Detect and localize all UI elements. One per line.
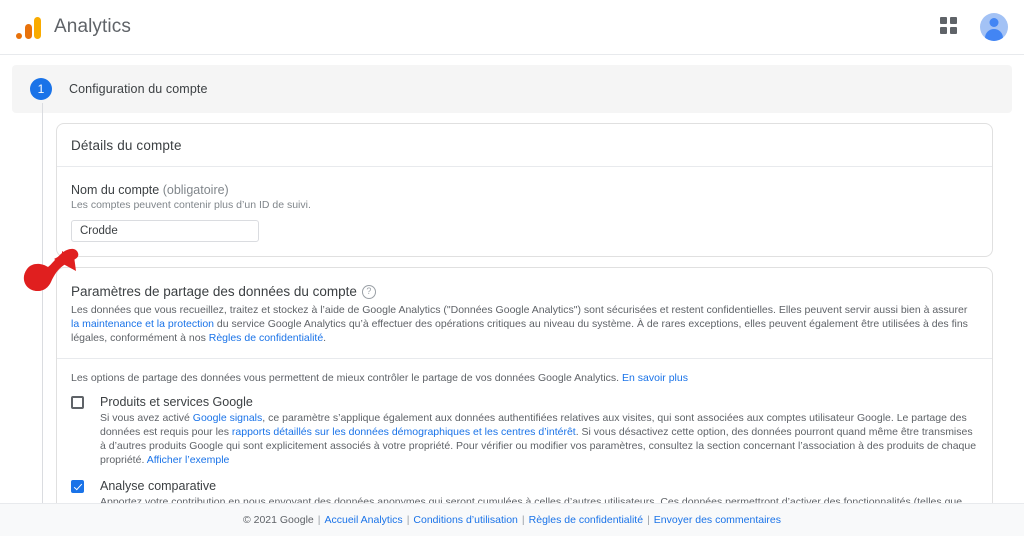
data-sharing-title: Paramètres de partage des données du com… xyxy=(71,284,978,299)
checkbox-analyse-comparative[interactable] xyxy=(71,480,84,493)
google-analytics-logo xyxy=(16,15,42,39)
footer-copyright: © 2021 Google xyxy=(242,514,314,526)
option-body: Analyse comparative Apportez votre contr… xyxy=(100,479,978,504)
apps-grid-icon[interactable] xyxy=(940,17,960,37)
data-sharing-card: Paramètres de partage des données du com… xyxy=(56,267,993,504)
account-name-hint: Les comptes peuvent contenir plus d’un I… xyxy=(71,199,311,211)
app-page: Analytics 1 Configuration du compte Déta… xyxy=(0,0,1024,536)
avatar[interactable] xyxy=(980,13,1008,41)
data-sharing-body: Paramètres de partage des données du com… xyxy=(57,268,992,504)
help-circle-icon[interactable]: ? xyxy=(361,284,376,299)
cards-container: Détails du compte Nom du compte (obligat… xyxy=(56,123,993,504)
top-app-bar: Analytics xyxy=(0,0,1024,55)
footer-link-conditions-utilisation[interactable]: Conditions d’utilisation xyxy=(413,514,517,526)
account-name-label: Nom du compte (obligatoire) xyxy=(71,183,978,197)
footer-link-regles-confidentialite[interactable]: Règles de confidentialité xyxy=(529,514,643,526)
footer: © 2021 Google | Accueil Analytics | Cond… xyxy=(0,503,1024,536)
option-label: Produits et services Google xyxy=(100,395,253,409)
account-details-card: Détails du compte Nom du compte (obligat… xyxy=(56,123,993,257)
account-name-input[interactable] xyxy=(71,220,259,242)
options-lead: Les options de partage des données vous … xyxy=(71,372,978,384)
footer-separator: | xyxy=(317,514,321,526)
learn-more-link[interactable]: En savoir plus xyxy=(622,372,688,384)
account-details-title: Détails du compte xyxy=(57,124,992,167)
option-description: Si vous avez activé Google signals, ce p… xyxy=(100,411,978,467)
data-sharing-divider xyxy=(57,358,992,359)
step-title: Configuration du compte xyxy=(69,82,208,96)
options-lead-text: Les options de partage des données vous … xyxy=(71,372,623,384)
footer-separator: | xyxy=(647,514,650,526)
footer-separator: | xyxy=(406,514,410,526)
account-name-required-note: (obligatoire) xyxy=(162,183,229,197)
show-example-link[interactable]: Afficher l’exemple xyxy=(147,454,230,466)
step-connector-rail xyxy=(42,103,43,504)
demographics-reports-link[interactable]: rapports détaillés sur les données démog… xyxy=(232,426,576,438)
account-name-label-text: Nom du compte xyxy=(71,183,160,197)
maintenance-protection-link[interactable]: la maintenance et la protection xyxy=(71,318,214,330)
step-header-account-setup: 1 Configuration du compte xyxy=(12,65,1012,113)
intro-text-3: . xyxy=(323,332,327,344)
option-body: Produits et services Google Si vous avez… xyxy=(100,395,978,467)
data-sharing-intro: Les données que vous recueillez, traitez… xyxy=(71,303,978,345)
option-analyse-comparative: Analyse comparative Apportez votre contr… xyxy=(71,479,978,504)
footer-separator: | xyxy=(521,514,525,526)
footer-link-envoyer-commentaires[interactable]: Envoyer des commentaires xyxy=(654,514,781,526)
desc-text-1: Si vous avez activé xyxy=(100,412,193,424)
option-produits-et-services-google: Produits et services Google Si vous avez… xyxy=(71,395,978,467)
content-scroll-area[interactable]: 1 Configuration du compte Détails du com… xyxy=(0,55,1024,504)
step-number-badge: 1 xyxy=(30,78,52,100)
app-title: Analytics xyxy=(54,16,131,37)
intro-text-1: Les données que vous recueillez, traitez… xyxy=(71,304,968,316)
google-signals-link[interactable]: Google signals xyxy=(193,412,262,424)
footer-link-accueil-analytics[interactable]: Accueil Analytics xyxy=(324,514,402,526)
checkbox-produits-et-services-google[interactable] xyxy=(71,396,84,409)
privacy-policy-link[interactable]: Règles de confidentialité xyxy=(209,332,323,344)
data-sharing-title-text: Paramètres de partage des données du com… xyxy=(71,284,357,299)
account-details-body: Nom du compte (obligatoire) Les comptes … xyxy=(57,167,992,256)
option-label: Analyse comparative xyxy=(100,479,217,493)
